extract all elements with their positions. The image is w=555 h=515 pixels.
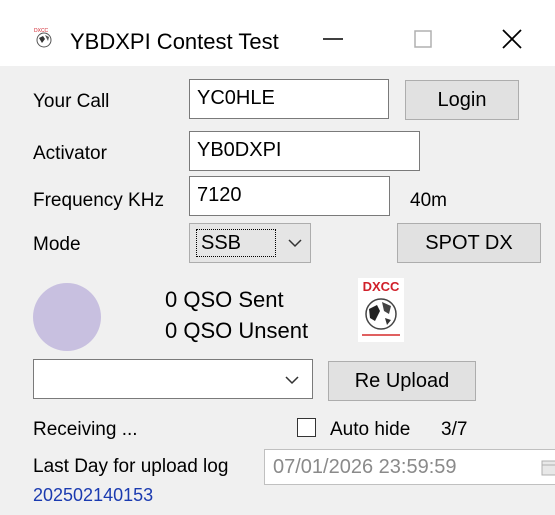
close-button[interactable] xyxy=(487,16,537,62)
re-upload-button[interactable]: Re Upload xyxy=(328,361,476,401)
auto-hide-label[interactable]: Auto hide xyxy=(330,418,410,442)
deadline-label: Last Day for upload log xyxy=(33,456,229,477)
auto-hide-checkbox[interactable] xyxy=(297,418,316,437)
minimize-button[interactable] xyxy=(308,16,358,62)
app-window: DXCC YBDXPI Contest Test Your Call YC0HL… xyxy=(0,0,555,515)
version-label: 202502140153 xyxy=(33,485,154,505)
frequency-input[interactable]: 7120 xyxy=(189,176,390,216)
calendar-icon xyxy=(541,460,555,476)
frequency-label: Frequency KHz xyxy=(33,190,164,211)
chevron-down-icon xyxy=(285,376,299,385)
minimize-icon xyxy=(323,38,343,40)
chevron-down-icon xyxy=(288,239,302,248)
page-counter: 3/7 xyxy=(441,419,468,440)
maximize-icon xyxy=(414,30,432,48)
window-title: YBDXPI Contest Test xyxy=(70,29,279,54)
close-icon xyxy=(502,29,522,49)
qso-unsent-count: 0 QSO Unsent xyxy=(165,318,309,343)
your-call-input[interactable]: YC0HLE xyxy=(189,79,389,119)
qso-sent-count: 0 QSO Sent xyxy=(165,287,284,312)
dxcc-logo-text: DXCC xyxy=(363,279,400,294)
mode-selected-value: SSB xyxy=(196,229,276,257)
app-icon: DXCC xyxy=(33,27,55,49)
login-button[interactable]: Login xyxy=(405,80,519,120)
dxcc-logo: DXCC xyxy=(358,278,404,342)
receiving-status: Receiving ... xyxy=(33,419,138,440)
upload-log-select[interactable] xyxy=(33,359,313,399)
activator-input[interactable]: YB0DXPI xyxy=(189,131,420,171)
deadline-date-field: 07/01/2026 23:59:59 xyxy=(264,449,555,485)
title-bar[interactable]: DXCC YBDXPI Contest Test xyxy=(0,0,555,66)
your-call-label: Your Call xyxy=(33,91,110,112)
spot-dx-button[interactable]: SPOT DX xyxy=(397,223,541,263)
status-indicator xyxy=(33,283,101,351)
deadline-date-value: 07/01/2026 23:59:59 xyxy=(273,456,457,478)
maximize-button[interactable] xyxy=(398,16,448,62)
mode-label: Mode xyxy=(33,234,81,255)
band-label: 40m xyxy=(410,190,447,211)
mode-select[interactable]: SSB xyxy=(189,223,311,263)
activator-label: Activator xyxy=(33,143,107,164)
